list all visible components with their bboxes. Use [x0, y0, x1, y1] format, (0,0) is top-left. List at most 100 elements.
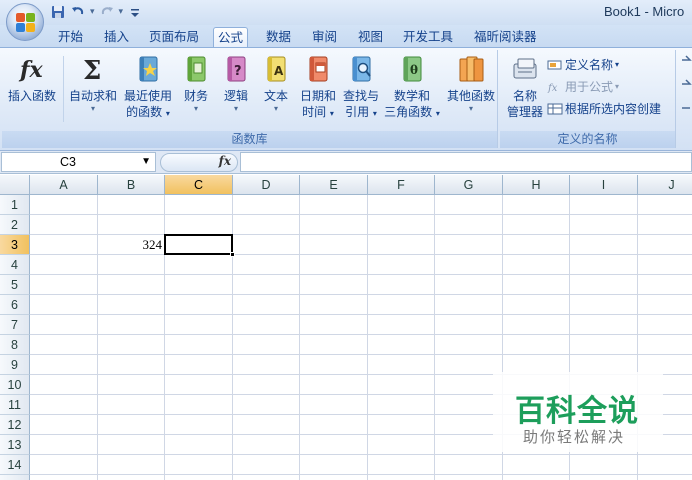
- define-name-icon: [547, 60, 562, 69]
- name-box-dropdown-icon[interactable]: ▼: [141, 153, 151, 171]
- defined-names-group: 名称 管理器 定义名称 ▾ fx 用于公式 ▾ 根据所选内容创建 定义的名称: [500, 50, 676, 148]
- row-header-10[interactable]: 10: [0, 375, 30, 395]
- row-header-12[interactable]: 12: [0, 415, 30, 435]
- tab-home[interactable]: 开始: [54, 27, 87, 47]
- tab-data[interactable]: 数据: [262, 27, 295, 47]
- row-header-9[interactable]: 9: [0, 355, 30, 375]
- text-button[interactable]: A 文本 ▾: [258, 54, 294, 114]
- select-all-corner[interactable]: [0, 175, 30, 195]
- gridline: [30, 274, 692, 275]
- svg-text:Σ: Σ: [83, 56, 101, 84]
- tab-developer[interactable]: 开发工具: [399, 27, 457, 47]
- use-in-formula-icon: fx: [547, 83, 558, 93]
- sigma-icon: Σ: [83, 56, 101, 84]
- define-name-button[interactable]: 定义名称 ▾: [547, 56, 619, 73]
- svg-text:A: A: [274, 64, 284, 78]
- save-icon[interactable]: [50, 4, 66, 20]
- financial-button[interactable]: 财务 ▾: [178, 54, 214, 114]
- gridline: [367, 195, 368, 480]
- gridline: [30, 354, 692, 355]
- tab-page-layout[interactable]: 页面布局: [145, 27, 203, 47]
- row-header-6[interactable]: 6: [0, 295, 30, 315]
- gridline: [434, 195, 435, 480]
- create-from-selection-icon: [547, 103, 563, 114]
- watermark-title: 百科全说: [515, 394, 639, 429]
- tab-insert[interactable]: 插入: [100, 27, 133, 47]
- insert-function-fx-button[interactable]: fx: [160, 153, 238, 172]
- chevron-down-icon: ▾: [435, 109, 440, 118]
- column-header-a[interactable]: A: [30, 175, 98, 195]
- redo-icon[interactable]: [99, 4, 115, 20]
- column-header-f[interactable]: F: [368, 175, 435, 195]
- defined-names-label: 定义的名称: [500, 131, 675, 148]
- tab-formulas[interactable]: 公式: [213, 27, 249, 47]
- column-header-j[interactable]: J: [638, 175, 692, 195]
- tab-view[interactable]: 视图: [354, 27, 387, 47]
- chevron-down-icon: ▾: [165, 109, 170, 118]
- quick-access-toolbar: ▾ ▾: [50, 3, 143, 21]
- redo-dropdown-icon[interactable]: ▾: [119, 7, 124, 17]
- undo-icon[interactable]: [70, 4, 86, 20]
- cell-b3[interactable]: 324: [98, 236, 163, 254]
- row-header-15[interactable]: 15: [0, 475, 30, 480]
- formula-auditing-group-partial: [680, 54, 692, 124]
- row-header-7[interactable]: 7: [0, 315, 30, 335]
- svg-text:θ: θ: [410, 63, 418, 77]
- create-from-selection-button[interactable]: 根据所选内容创建: [547, 100, 661, 117]
- column-header-e[interactable]: E: [300, 175, 368, 195]
- recently-used-button[interactable]: 最近使用 的函数 ▾: [120, 54, 176, 122]
- chevron-down-icon: ▾: [372, 109, 377, 118]
- formula-input[interactable]: [240, 152, 692, 172]
- row-header-4[interactable]: 4: [0, 255, 30, 275]
- column-header-b[interactable]: B: [98, 175, 165, 195]
- row-header-11[interactable]: 11: [0, 395, 30, 415]
- gridline: [30, 474, 692, 475]
- tab-foxit-reader[interactable]: 福昕阅读器: [470, 27, 541, 47]
- row-header-14[interactable]: 14: [0, 455, 30, 475]
- fill-handle[interactable]: [230, 252, 235, 257]
- row-header-2[interactable]: 2: [0, 215, 30, 235]
- customize-icon[interactable]: [127, 4, 143, 20]
- tab-review[interactable]: 审阅: [308, 27, 341, 47]
- column-header-g[interactable]: G: [435, 175, 503, 195]
- chevron-down-icon: ▾: [468, 104, 473, 113]
- gridline: [30, 294, 692, 295]
- chevron-down-icon: ▾: [90, 104, 95, 113]
- row-header-8[interactable]: 8: [0, 335, 30, 355]
- row-header-5[interactable]: 5: [0, 275, 30, 295]
- gridline: [30, 254, 692, 255]
- row-header-1[interactable]: 1: [0, 195, 30, 215]
- name-manager-button[interactable]: 名称 管理器: [503, 54, 547, 120]
- gridline: [30, 454, 692, 455]
- insert-function-button[interactable]: fx 插入函数: [4, 54, 60, 104]
- column-header-d[interactable]: D: [233, 175, 300, 195]
- more-functions-button[interactable]: 其他函数 ▾: [444, 54, 498, 114]
- chevron-down-icon: ▾: [193, 104, 198, 113]
- separator: [63, 56, 64, 122]
- autosum-button[interactable]: Σ 自动求和 ▾: [66, 54, 120, 114]
- window-title: Book1 - Micro: [604, 4, 685, 19]
- trace-precedents-icon[interactable]: [680, 54, 692, 124]
- name-box[interactable]: C3 ▼: [1, 152, 156, 172]
- title-bar: ▾ ▾ Book1 - Micro: [0, 0, 692, 41]
- column-header-h[interactable]: H: [503, 175, 570, 195]
- active-cell-c3[interactable]: [164, 234, 233, 255]
- formula-bar: C3 ▼ fx: [0, 151, 692, 174]
- fx-icon: fx: [18, 57, 43, 83]
- use-in-formula-button[interactable]: fx 用于公式 ▾: [547, 78, 619, 95]
- row-header-13[interactable]: 13: [0, 435, 30, 455]
- column-header-i[interactable]: I: [570, 175, 638, 195]
- date-time-button[interactable]: 日期和 时间 ▾: [298, 54, 338, 122]
- office-button[interactable]: [6, 3, 44, 41]
- row-header-3[interactable]: 3: [0, 235, 30, 255]
- chevron-down-icon: ▾: [615, 82, 620, 91]
- watermark-subtitle: 助你轻松解决: [523, 428, 626, 446]
- column-header-c[interactable]: C: [165, 175, 233, 195]
- undo-dropdown-icon[interactable]: ▾: [90, 7, 95, 17]
- math-trig-button[interactable]: θ 数学和 三角函数 ▾: [382, 54, 442, 122]
- office-logo-icon: [16, 13, 36, 33]
- logical-button[interactable]: ? 逻辑 ▾: [218, 54, 254, 114]
- lookup-reference-button[interactable]: 查找与 引用 ▾: [340, 54, 382, 122]
- logic-book-icon: ?: [227, 56, 246, 82]
- gridline: [299, 195, 300, 480]
